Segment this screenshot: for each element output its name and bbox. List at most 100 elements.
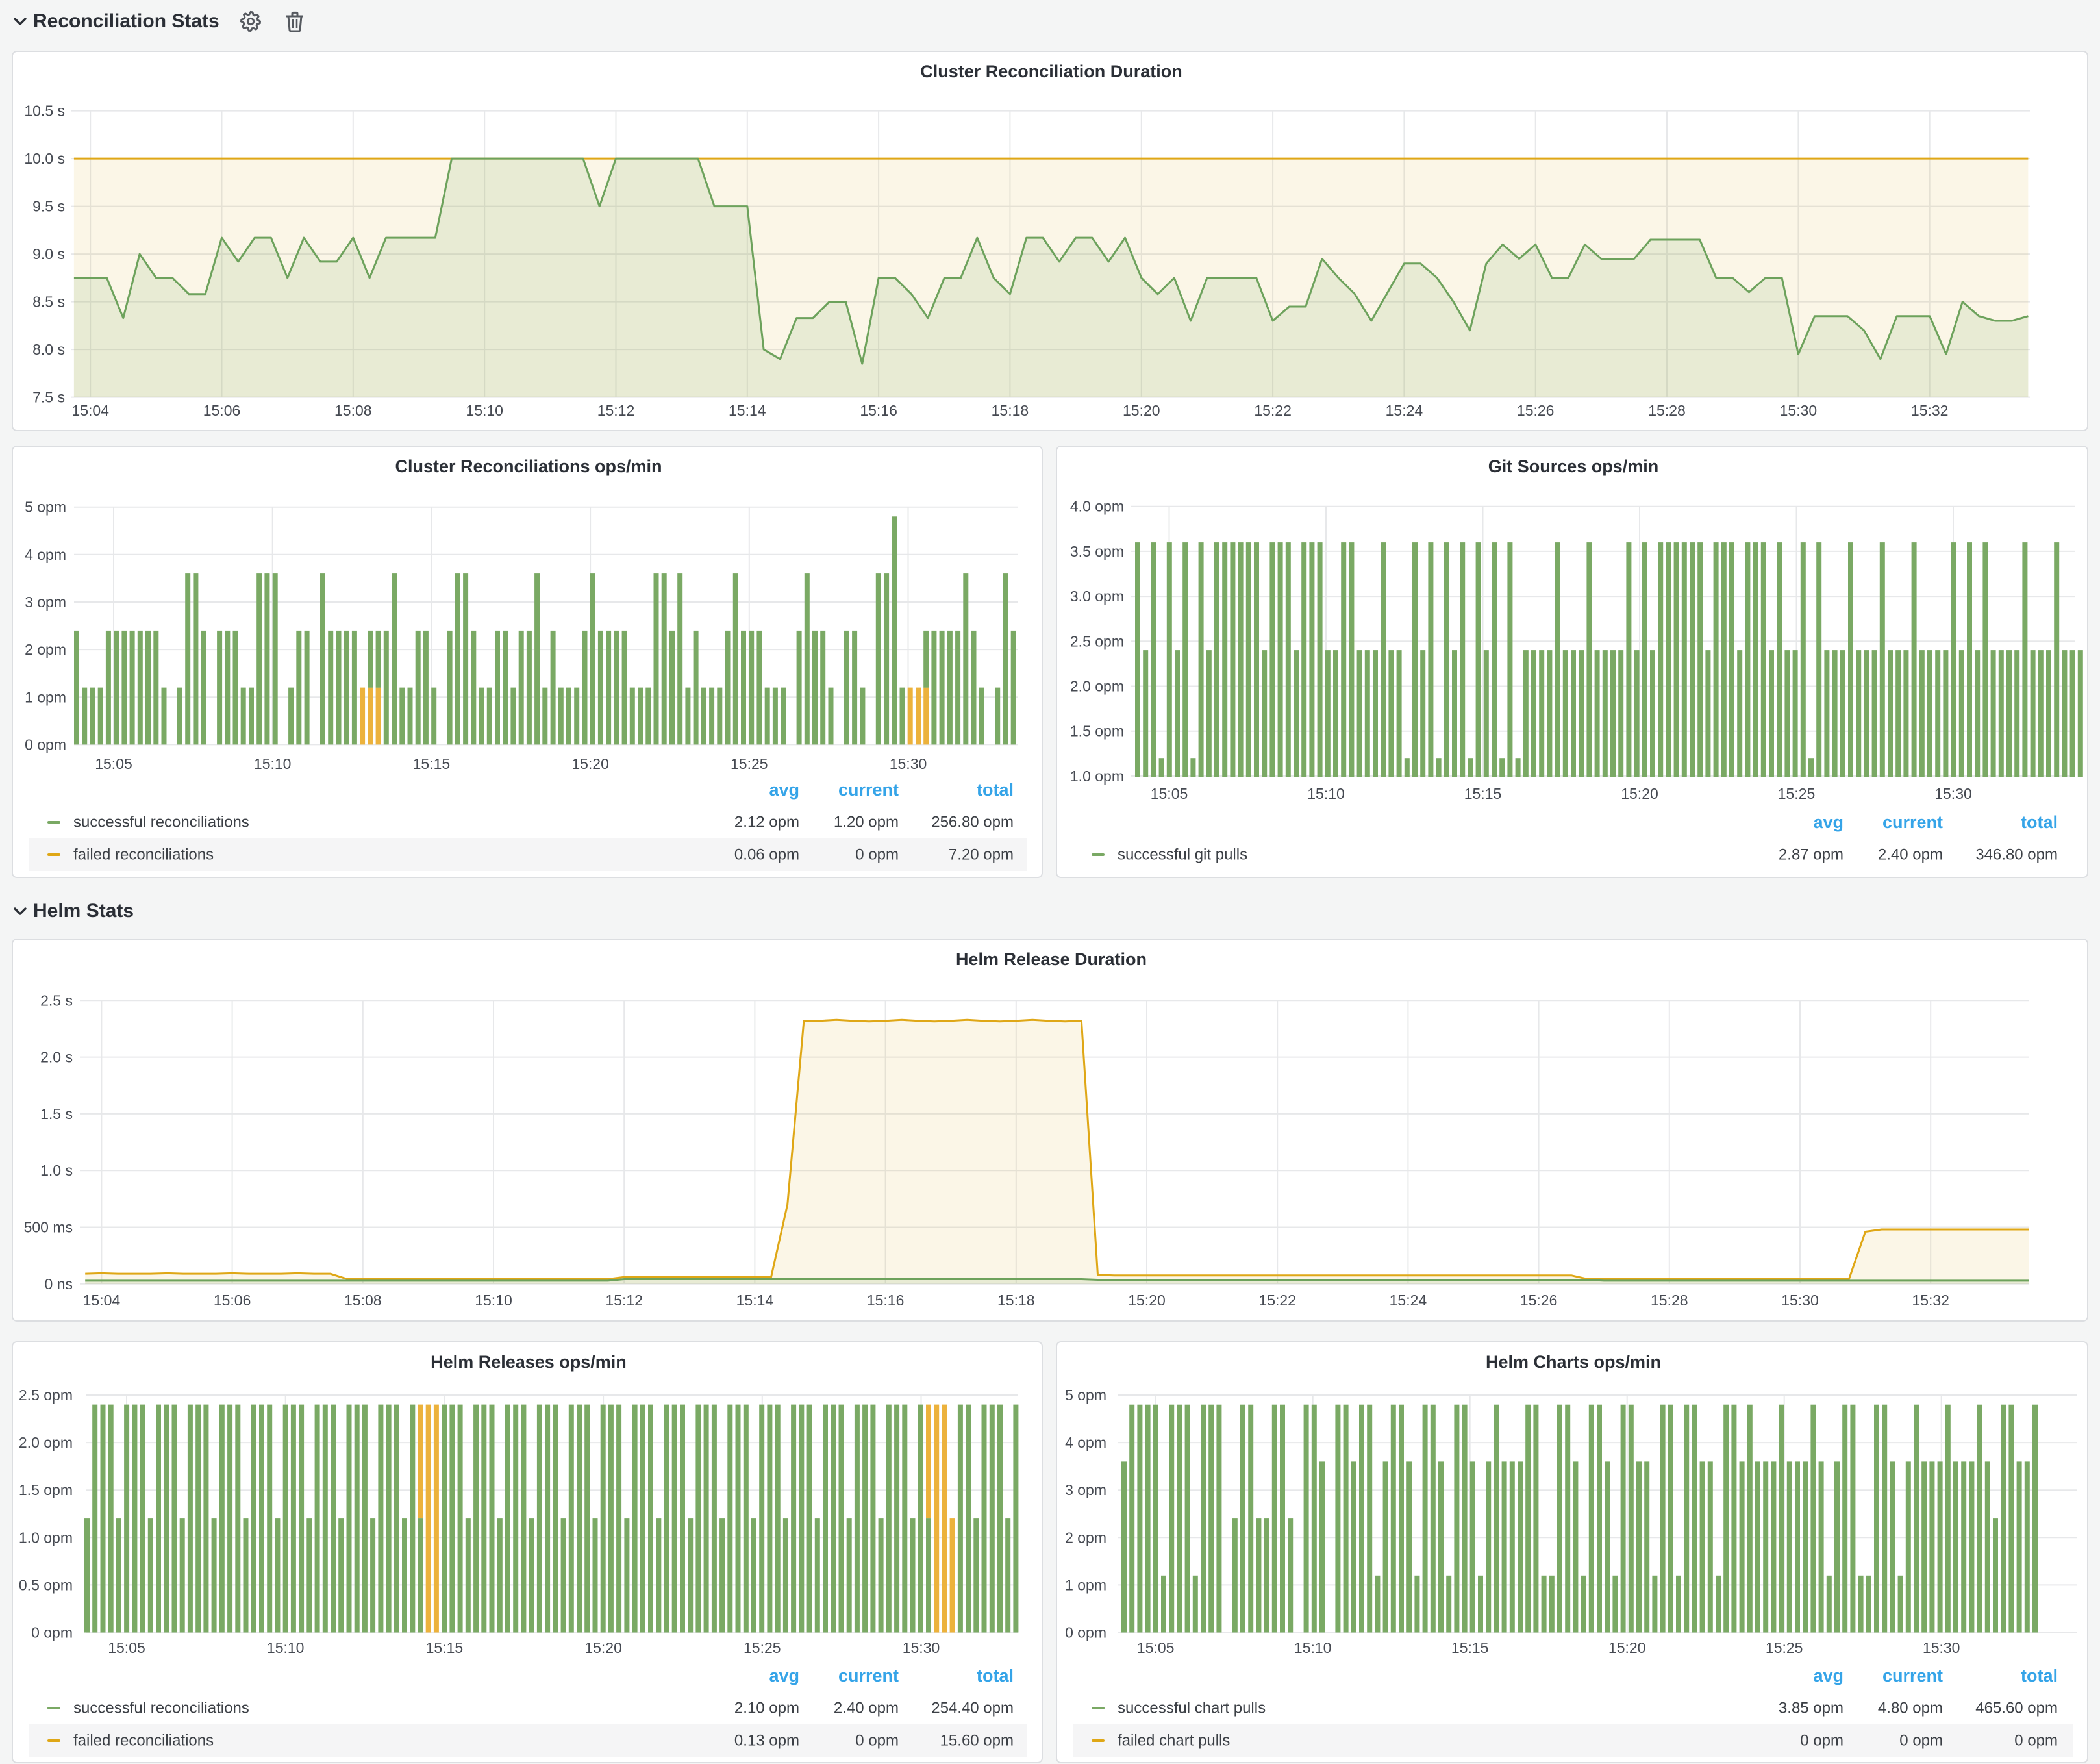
svg-text:15:10: 15:10 [1294,1639,1332,1656]
svg-text:current: current [838,780,899,800]
svg-text:500 ms: 500 ms [24,1219,73,1236]
svg-text:15:06: 15:06 [214,1292,251,1309]
svg-text:4.0 opm: 4.0 opm [1070,498,1124,515]
svg-text:1 opm: 1 opm [25,688,66,705]
svg-text:15:10: 15:10 [466,402,503,419]
svg-text:Helm Releases ops/min: Helm Releases ops/min [431,1352,627,1372]
svg-text:failed chart pulls: failed chart pulls [1118,1732,1230,1750]
svg-text:2.12 opm: 2.12 opm [734,814,799,831]
svg-text:15:04: 15:04 [71,402,109,419]
svg-text:0 opm: 0 opm [2014,1732,2058,1750]
svg-text:avg: avg [769,780,799,800]
svg-text:Git Sources ops/min: Git Sources ops/min [1488,457,1659,476]
svg-text:346.80 opm: 346.80 opm [1975,846,2058,864]
svg-text:4 opm: 4 opm [25,546,66,563]
svg-text:2.87 opm: 2.87 opm [1779,846,1844,864]
svg-text:15:15: 15:15 [1451,1639,1489,1656]
svg-text:2.5 opm: 2.5 opm [19,1387,73,1404]
svg-text:15:18: 15:18 [997,1292,1035,1309]
svg-text:15:30: 15:30 [903,1639,940,1656]
svg-text:10.5 s: 10.5 s [24,103,65,120]
svg-text:15:04: 15:04 [83,1292,121,1309]
svg-text:0 opm: 0 opm [855,846,899,864]
svg-text:15:26: 15:26 [1517,402,1555,419]
svg-text:15:22: 15:22 [1258,1292,1296,1309]
svg-text:15.60 opm: 15.60 opm [940,1732,1014,1750]
svg-text:15:28: 15:28 [1648,402,1686,419]
svg-text:15:20: 15:20 [584,1639,622,1656]
svg-text:Helm Release Duration: Helm Release Duration [956,950,1147,969]
svg-text:15:32: 15:32 [1912,1292,1949,1309]
svg-text:2.10 opm: 2.10 opm [734,1700,799,1717]
svg-text:4.80 opm: 4.80 opm [1878,1700,1943,1717]
svg-text:total: total [2021,813,2058,832]
svg-text:15:14: 15:14 [729,402,766,419]
svg-text:failed reconciliations: failed reconciliations [73,1732,214,1750]
svg-text:15:08: 15:08 [344,1292,382,1309]
svg-text:8.0 s: 8.0 s [32,341,65,358]
svg-text:256.80 opm: 256.80 opm [931,814,1014,831]
svg-text:7.5 s: 7.5 s [32,389,65,406]
svg-text:0.06 opm: 0.06 opm [734,846,799,864]
svg-text:15:25: 15:25 [744,1639,781,1656]
svg-text:15:25: 15:25 [731,755,768,772]
svg-text:3 opm: 3 opm [25,594,66,611]
svg-text:1.5 opm: 1.5 opm [1070,723,1124,740]
svg-text:2.40 opm: 2.40 opm [1878,846,1943,864]
svg-text:15:18: 15:18 [992,402,1029,419]
svg-text:1.0 opm: 1.0 opm [1070,768,1124,785]
svg-text:1.5 s: 1.5 s [40,1105,73,1122]
svg-text:1 opm: 1 opm [1065,1576,1106,1593]
svg-text:total: total [2021,1666,2058,1685]
svg-text:2 opm: 2 opm [25,641,66,658]
svg-text:3.5 opm: 3.5 opm [1070,543,1124,560]
svg-text:15:30: 15:30 [1923,1639,1960,1656]
svg-text:9.5 s: 9.5 s [32,198,65,215]
svg-text:failed reconciliations: failed reconciliations [73,846,214,864]
svg-text:avg: avg [1813,1666,1844,1685]
svg-text:15:10: 15:10 [254,755,292,772]
svg-text:15:05: 15:05 [95,755,132,772]
svg-text:465.60 opm: 465.60 opm [1975,1700,2058,1717]
svg-text:Cluster Reconciliations ops/mi: Cluster Reconciliations ops/min [395,457,662,476]
svg-text:10.0 s: 10.0 s [24,150,65,167]
svg-text:0.13 opm: 0.13 opm [734,1732,799,1750]
svg-text:0 ns: 0 ns [45,1276,73,1292]
svg-text:15:06: 15:06 [203,402,241,419]
svg-text:5 opm: 5 opm [1065,1387,1106,1404]
svg-text:0 opm: 0 opm [31,1624,73,1641]
svg-text:8.5 s: 8.5 s [32,294,65,310]
svg-text:15:20: 15:20 [1621,785,1658,802]
svg-text:total: total [977,1666,1014,1685]
svg-text:15:30: 15:30 [1781,1292,1819,1309]
svg-text:3 opm: 3 opm [1065,1481,1106,1498]
svg-text:successful chart pulls: successful chart pulls [1118,1700,1266,1717]
svg-text:15:12: 15:12 [605,1292,643,1309]
svg-text:15:20: 15:20 [1123,402,1160,419]
svg-text:15:20: 15:20 [571,755,609,772]
svg-text:0 opm: 0 opm [25,736,66,753]
svg-text:successful reconciliations: successful reconciliations [73,1700,249,1717]
svg-text:Helm Charts ops/min: Helm Charts ops/min [1486,1352,1661,1372]
svg-text:1.0 opm: 1.0 opm [19,1529,73,1546]
svg-text:2.40 opm: 2.40 opm [834,1700,899,1717]
svg-text:15:10: 15:10 [475,1292,512,1309]
svg-text:15:05: 15:05 [1137,1639,1175,1656]
svg-text:current: current [1882,1666,1943,1685]
svg-text:1.20 opm: 1.20 opm [834,814,899,831]
svg-text:Cluster Reconciliation Duratio: Cluster Reconciliation Duration [920,62,1182,81]
svg-text:5 opm: 5 opm [25,499,66,516]
svg-text:3.0 opm: 3.0 opm [1070,588,1124,605]
svg-text:2.0 opm: 2.0 opm [1070,678,1124,695]
svg-text:15:14: 15:14 [736,1292,774,1309]
svg-text:15:30: 15:30 [1780,402,1818,419]
svg-text:15:26: 15:26 [1520,1292,1558,1309]
svg-text:3.85 opm: 3.85 opm [1779,1700,1844,1717]
svg-text:current: current [838,1666,899,1685]
svg-text:1.0 s: 1.0 s [40,1162,73,1179]
svg-text:2.5 s: 2.5 s [40,992,73,1009]
svg-text:15:05: 15:05 [108,1639,145,1656]
svg-text:avg: avg [1813,813,1844,832]
svg-text:15:16: 15:16 [860,402,897,419]
svg-text:2.0 opm: 2.0 opm [19,1434,73,1451]
